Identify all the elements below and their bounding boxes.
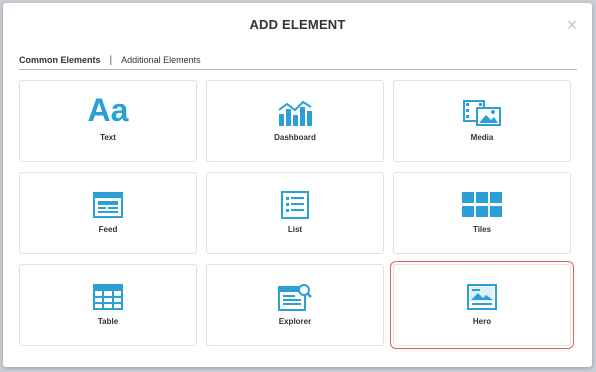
- explorer-icon: [278, 284, 312, 311]
- element-card-hero[interactable]: Hero: [390, 261, 574, 349]
- add-element-dialog: ADD ELEMENT × Common Elements | Addition…: [3, 3, 592, 367]
- element-tabs: Common Elements | Additional Elements: [19, 52, 201, 68]
- dashboard-icon: [278, 100, 312, 126]
- tab-additional-elements[interactable]: Additional Elements: [121, 55, 201, 65]
- feed-icon: [93, 192, 123, 218]
- element-label: Media: [470, 133, 494, 142]
- table-icon: [93, 284, 123, 310]
- tabs-divider: [19, 69, 577, 70]
- element-card-explorer[interactable]: Explorer: [206, 264, 384, 346]
- element-card-dashboard[interactable]: Dashboard: [206, 80, 384, 162]
- element-card-list[interactable]: List: [206, 172, 384, 254]
- element-card-tiles[interactable]: Tiles: [393, 172, 571, 254]
- element-label: Text: [100, 133, 116, 142]
- close-icon[interactable]: ×: [564, 16, 580, 34]
- hero-icon: [467, 284, 497, 310]
- dialog-title: ADD ELEMENT: [249, 17, 346, 32]
- element-label: List: [287, 225, 303, 234]
- element-card-media[interactable]: Media: [393, 80, 571, 162]
- element-card-table[interactable]: Table: [19, 264, 197, 346]
- tab-common-elements[interactable]: Common Elements: [19, 55, 101, 65]
- tiles-icon: [462, 192, 502, 217]
- text-icon: Aa: [87, 92, 129, 128]
- element-label: Explorer: [278, 317, 312, 326]
- media-icon: [463, 100, 501, 126]
- element-card-feed[interactable]: Feed: [19, 172, 197, 254]
- tab-separator: |: [109, 54, 113, 66]
- element-label: Feed: [98, 225, 118, 234]
- element-card-text[interactable]: Aa Text: [19, 80, 197, 162]
- element-label: Dashboard: [274, 133, 316, 142]
- list-icon: [281, 191, 309, 219]
- element-label: Table: [97, 317, 119, 326]
- element-label: Hero: [472, 317, 492, 326]
- element-label: Tiles: [472, 225, 492, 234]
